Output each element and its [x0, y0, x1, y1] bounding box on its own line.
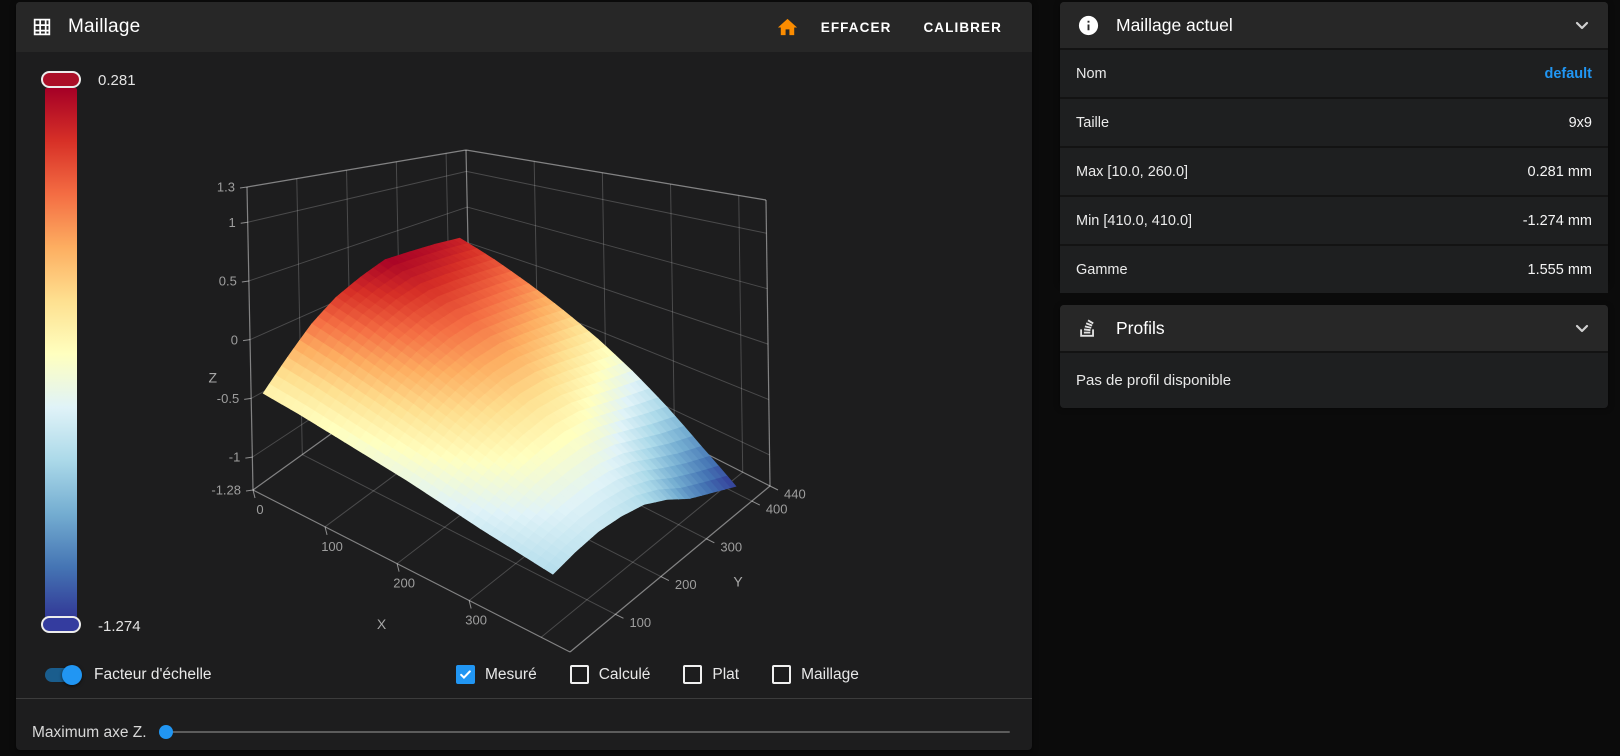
calibrate-button[interactable]: CALIBRER — [907, 12, 1018, 43]
chevron-down-icon[interactable] — [1570, 13, 1594, 37]
colorbar-max-handle[interactable] — [41, 71, 81, 88]
colorbar-max-label: 0.281 — [98, 72, 136, 89]
checkbox-calculated[interactable]: Calculé — [569, 665, 651, 684]
checkbox-flat-box[interactable] — [683, 665, 703, 684]
checkbox-flat-label: Plat — [712, 665, 740, 683]
table-row-min: Min [410.0, 410.0] -1.274 mm — [1060, 195, 1608, 244]
row-value: 1.555 mm — [1527, 261, 1592, 278]
stack-icon — [1076, 316, 1100, 340]
checkbox-measured-box[interactable] — [456, 665, 475, 684]
colorbar-min-label: -1.274 — [98, 618, 141, 635]
colorbar-gradient — [45, 88, 77, 620]
row-label: Gamme — [1076, 261, 1128, 278]
surface-view-options: Mesuré Calculé Plat Maillage — [456, 665, 859, 684]
row-label: Max [10.0, 260.0] — [1076, 163, 1189, 180]
row-label: Taille — [1076, 114, 1110, 131]
colorbar-min-handle[interactable] — [41, 616, 81, 633]
home-button[interactable] — [770, 10, 805, 45]
checkbox-measured[interactable]: Mesuré — [456, 665, 537, 684]
profiles-empty-text: Pas de profil disponible — [1060, 351, 1608, 408]
scale-factor-label: Facteur d'échelle — [94, 666, 212, 683]
info-icon — [1076, 13, 1100, 37]
checkbox-calculated-box[interactable] — [569, 665, 589, 684]
z-max-slider-row: Maximum axe Z. — [16, 699, 1032, 750]
clear-mesh-button[interactable]: EFFACER — [805, 12, 908, 43]
current-mesh-header: Maillage actuel — [1060, 2, 1608, 48]
checkbox-wireframe-label: Maillage — [801, 665, 859, 683]
current-mesh-title: Maillage actuel — [1116, 14, 1233, 35]
heightmap-card: Maillage EFFACER CALIBRER 0.281 -1.274 F… — [16, 2, 1032, 750]
row-label: Min [410.0, 410.0] — [1076, 212, 1193, 229]
heightmap-toolbar: Maillage EFFACER CALIBRER — [16, 2, 1032, 52]
check-icon — [460, 670, 471, 680]
mesh-name-link[interactable]: default — [1544, 66, 1592, 82]
surface-plot-canvas[interactable] — [16, 52, 1032, 692]
scale-factor-row: Facteur d'échelle — [42, 665, 212, 685]
page-title: Maillage — [68, 16, 141, 37]
grid-icon — [30, 15, 54, 39]
checkbox-calculated-label: Calculé — [598, 665, 651, 683]
profiles-panel: Profils Pas de profil disponible — [1060, 305, 1608, 408]
table-row-max: Max [10.0, 260.0] 0.281 mm — [1060, 146, 1608, 195]
row-label: Nom — [1076, 65, 1107, 82]
checkbox-measured-label: Mesuré — [485, 665, 537, 683]
z-max-slider-label: Maximum axe Z. — [32, 724, 147, 741]
z-max-slider-thumb[interactable] — [159, 725, 173, 739]
row-value: 9x9 — [1568, 114, 1592, 131]
profiles-title: Profils — [1116, 317, 1165, 338]
table-row-name: Nom default — [1060, 48, 1608, 97]
toggle-thumb — [62, 665, 82, 685]
current-mesh-panel: Maillage actuel Nom default Taille 9x9 M… — [1060, 2, 1608, 293]
row-value: 0.281 mm — [1527, 163, 1592, 180]
checkbox-wireframe-box[interactable] — [772, 665, 792, 684]
checkbox-wireframe[interactable]: Maillage — [772, 665, 859, 684]
chevron-down-icon[interactable] — [1570, 316, 1594, 340]
row-value: -1.274 mm — [1522, 212, 1592, 229]
scale-factor-toggle[interactable] — [42, 665, 82, 685]
table-row-size: Taille 9x9 — [1060, 97, 1608, 146]
profiles-header: Profils — [1060, 305, 1608, 351]
z-max-slider-track[interactable] — [166, 731, 1010, 733]
checkbox-flat[interactable]: Plat — [683, 665, 739, 684]
table-row-range: Gamme 1.555 mm — [1060, 244, 1608, 293]
